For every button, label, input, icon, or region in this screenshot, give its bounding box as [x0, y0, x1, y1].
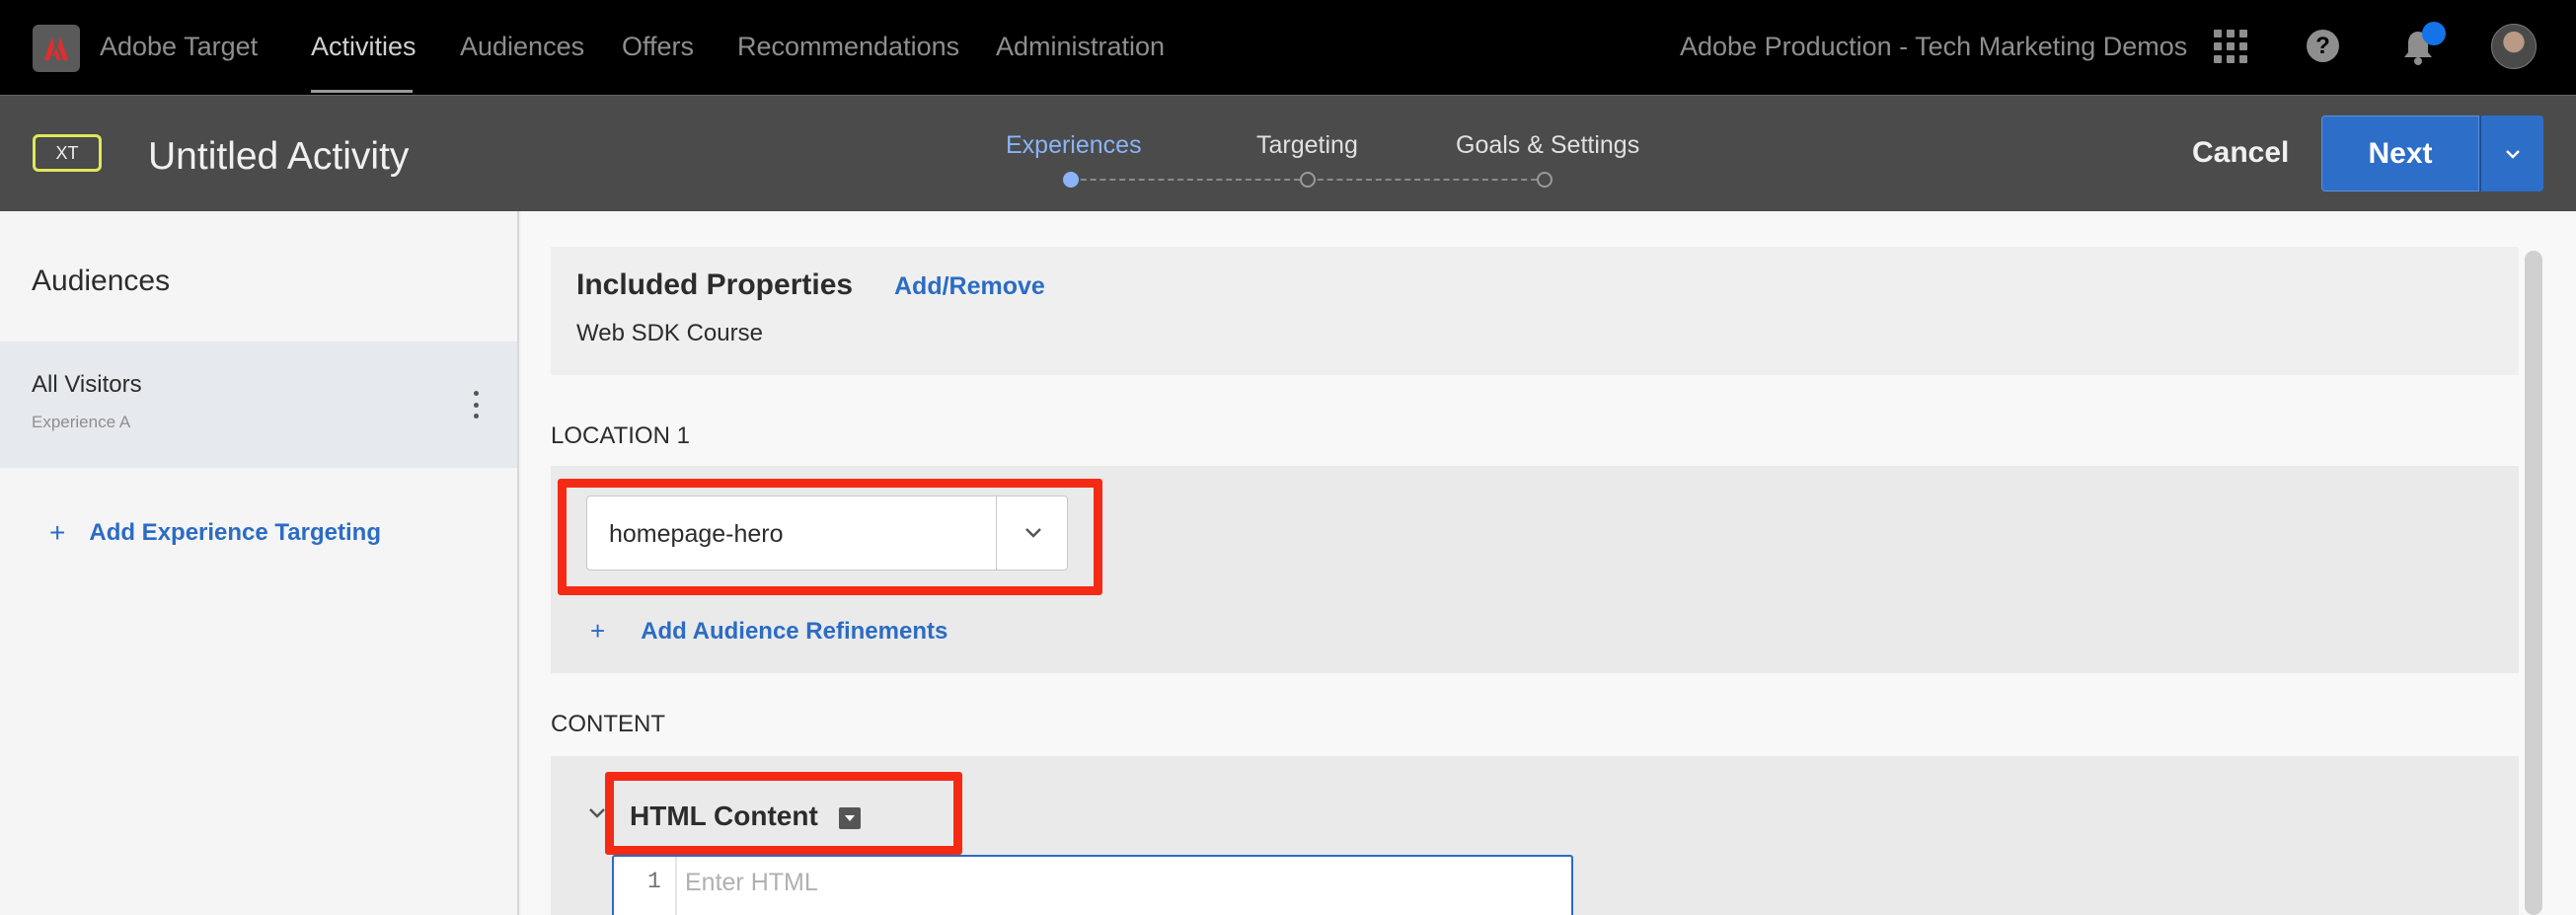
step-dot-targeting [1300, 172, 1316, 188]
next-button[interactable]: Next [2321, 115, 2479, 191]
app-root: Adobe Target Activities Audiences Offers… [0, 0, 2576, 915]
add-remove-link[interactable]: Add/Remove [894, 272, 1045, 301]
step-dot-goals [1537, 172, 1553, 188]
add-audience-refinements-button[interactable]: + Add Audience Refinements [590, 616, 947, 647]
nav-active-indicator [311, 90, 413, 93]
sidebar-title: Audiences [32, 265, 171, 297]
activity-header: XT Untitled Activity Experiences Targeti… [0, 95, 2576, 211]
help-icon[interactable]: ? [2307, 30, 2339, 62]
step-experiences[interactable]: Experiences [1006, 131, 1142, 160]
nav-offers[interactable]: Offers [622, 32, 694, 62]
location-label: LOCATION 1 [551, 422, 690, 449]
audience-name: All Visitors [32, 371, 142, 398]
next-dropdown-button[interactable] [2479, 115, 2543, 191]
add-experience-targeting-label: Add Experience Targeting [89, 519, 381, 546]
property-value: Web SDK Course [576, 320, 763, 346]
adobe-logo-icon[interactable] [33, 25, 80, 72]
nav-activities[interactable]: Activities [311, 32, 417, 62]
audiences-sidebar: Audiences All Visitors Experience A + Ad… [0, 211, 519, 915]
included-properties-title: Included Properties [576, 268, 854, 301]
cancel-button[interactable]: Cancel [2192, 136, 2289, 170]
editor-line-number: 1 [647, 869, 661, 894]
step-targeting[interactable]: Targeting [1256, 131, 1358, 160]
org-switcher[interactable]: Adobe Production - Tech Marketing Demos [1680, 32, 2187, 62]
chevron-down-icon [2505, 149, 2520, 159]
notification-badge [2422, 22, 2446, 45]
nav-recommendations[interactable]: Recommendations [737, 32, 959, 62]
html-editor[interactable]: 1 Enter HTML [612, 855, 1573, 915]
top-navigation: Adobe Target Activities Audiences Offers… [0, 0, 2576, 95]
activity-type-badge: XT [33, 134, 102, 172]
add-experience-targeting-button[interactable]: + Add Experience Targeting [49, 517, 381, 549]
step-progress-track [1063, 172, 1553, 188]
user-avatar[interactable] [2491, 24, 2537, 69]
step-goals-settings[interactable]: Goals & Settings [1456, 131, 1639, 160]
step-dot-experiences [1063, 172, 1079, 188]
plus-icon: + [590, 616, 606, 646]
activity-title[interactable]: Untitled Activity [148, 135, 409, 179]
html-content-highlight-box [605, 772, 962, 855]
nav-audiences[interactable]: Audiences [460, 32, 584, 62]
location-highlight-box [558, 479, 1102, 595]
editor-gutter [675, 857, 677, 915]
more-options-icon[interactable] [472, 391, 480, 419]
editor-placeholder[interactable]: Enter HTML [685, 869, 818, 897]
main-scrollbar[interactable] [2525, 251, 2542, 915]
plus-icon: + [49, 517, 66, 548]
audience-experience: Experience A [32, 413, 131, 431]
app-name[interactable]: Adobe Target [100, 32, 258, 62]
nav-administration[interactable]: Administration [996, 32, 1165, 62]
included-properties-panel: Included Properties Add/Remove Web SDK C… [551, 247, 2519, 375]
collapse-chevron-icon[interactable] [588, 807, 606, 819]
content-label: CONTENT [551, 711, 665, 737]
apps-grid-icon[interactable] [2214, 30, 2247, 63]
add-audience-refinements-label: Add Audience Refinements [641, 617, 948, 645]
audience-item-all-visitors[interactable]: All Visitors Experience A [0, 342, 517, 468]
